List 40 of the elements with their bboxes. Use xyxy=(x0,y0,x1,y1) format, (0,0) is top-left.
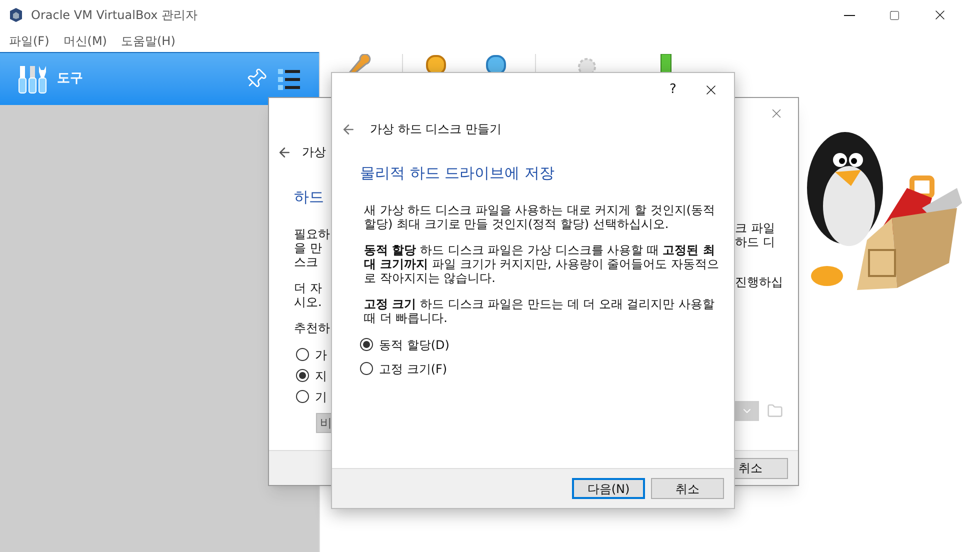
help-button[interactable]: ? xyxy=(658,74,688,104)
description-text: 을 만 xyxy=(294,240,323,254)
menu-item[interactable]: 파일(F) xyxy=(9,32,50,50)
tools-icon xyxy=(18,64,48,94)
radio-label[interactable]: 동적 할당(D) xyxy=(379,336,450,352)
tools-label: 도구 xyxy=(57,70,83,88)
cube-logo-icon xyxy=(8,7,24,23)
description-text: 더 자 xyxy=(294,280,323,294)
dialog-title: 가상 하드 디스크 만들기 xyxy=(370,121,502,138)
wrench-icon[interactable] xyxy=(346,54,372,74)
list-icon[interactable] xyxy=(277,67,301,91)
description-text: 하드 디 xyxy=(735,235,776,249)
description-text: 스크 xyxy=(294,254,319,268)
description-text: 고정 크기 하드 디스크 파일은 만드는 데 더 오래 걸리지만 사용할 때 더 빠릅니다. xyxy=(364,296,716,324)
description-text: 동적 할당 하드 디스크 파일은 가상 디스크를 사용할 때 고정된 최대 크기까지 파일 크기가 커지지만, 사용량이 줄어들어도 자동적으로 작아지지는 않습니다. xyxy=(364,242,720,284)
page-heading: 하드 xyxy=(294,187,325,208)
description-text: 크 파일 xyxy=(735,221,776,235)
cancel-button[interactable]: 취소 xyxy=(651,478,724,499)
radio-button[interactable] xyxy=(296,369,309,382)
minimize-icon xyxy=(844,14,855,16)
radio-label[interactable]: 고정 크기(F) xyxy=(379,360,448,376)
dialog-title: 가상 xyxy=(302,144,326,161)
radio-button[interactable] xyxy=(296,390,309,403)
radio-label[interactable]: 가 xyxy=(315,346,327,362)
maximize-icon xyxy=(889,10,900,20)
next-button[interactable]: 다음(N) xyxy=(572,478,645,499)
page-heading: 물리적 하드 드라이브에 저장 xyxy=(360,163,556,184)
menu-item[interactable]: 머신(M) xyxy=(63,32,107,50)
description-text: 새 가상 하드 디스크 파일을 사용하는 대로 커지게 할 것인지(동적 할당) 최대 크기로 만들 것인지(정적 할당) 선택하십시오. xyxy=(364,202,716,230)
radio-label[interactable]: 기 xyxy=(315,388,327,404)
description-text: 추천하 xyxy=(294,320,331,334)
radio-label[interactable]: 지 xyxy=(315,368,327,384)
window-title: Oracle VM VirtualBox 관리자 xyxy=(31,7,198,24)
radio-button[interactable] xyxy=(360,338,373,351)
menu-item[interactable]: 도움말(H) xyxy=(120,32,176,50)
radio-button[interactable] xyxy=(296,348,309,361)
description-text: 필요하 xyxy=(294,226,331,240)
radio-button[interactable] xyxy=(360,362,373,375)
description-text: 시오. xyxy=(294,294,323,308)
description-text: 진행하십 xyxy=(735,275,784,289)
